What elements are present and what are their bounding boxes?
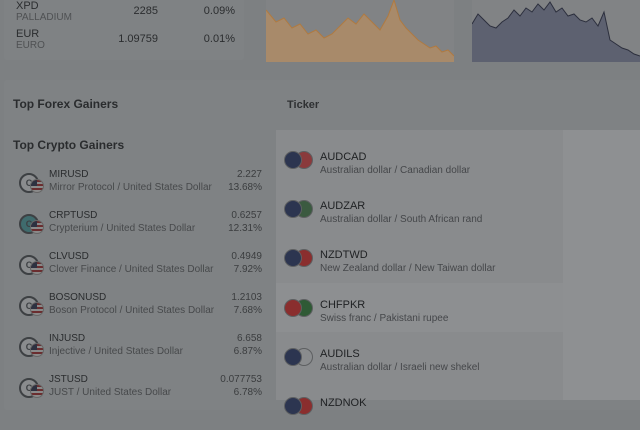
- us-flag-icon: [30, 343, 44, 357]
- crypto-name: Injective / United States Dollar: [49, 346, 183, 357]
- crypto-symbol: MIRUSD: [49, 169, 89, 180]
- ticker-name: Australian dollar / South African rand: [320, 214, 483, 225]
- crypto-price: 0.6257: [231, 210, 262, 221]
- base-currency-flag-icon: [284, 200, 302, 218]
- crypto-symbol: INJUSD: [49, 333, 86, 344]
- quote-value: 1.09759: [118, 33, 158, 45]
- crypto-change: 13.68%: [228, 182, 262, 193]
- currency-pair-flags: [284, 299, 313, 317]
- currency-pair-flags: [284, 348, 313, 366]
- mini-chart-orange[interactable]: [266, 0, 454, 62]
- ticker-symbol: CHFPKR: [320, 299, 366, 311]
- crypto-change: 7.68%: [233, 305, 262, 316]
- ticker-side-area: [563, 130, 640, 400]
- orange-chart-area: [266, 0, 454, 62]
- currency-pair-flags: [284, 200, 313, 218]
- crypto-symbol: BOSONUSD: [49, 292, 107, 303]
- quote-value: 2285: [133, 5, 158, 17]
- crypto-change: 7.92%: [233, 264, 262, 275]
- quote-symbol: EUR: [16, 28, 40, 40]
- quote-change: 0.01%: [203, 33, 235, 45]
- quotes-card: XPD PALLADIUM 2285 0.09% EUR EURO 1.0975…: [4, 0, 244, 60]
- ticker-symbol: AUDZAR: [320, 200, 366, 212]
- ticker-symbol: AUDCAD: [320, 151, 367, 163]
- ticker-row[interactable]: AUDCAD Australian dollar / Canadian doll…: [276, 135, 563, 184]
- crypto-price: 6.658: [236, 333, 262, 344]
- ticker-name: New Zealand dollar / New Taiwan dollar: [320, 263, 496, 274]
- base-currency-flag-icon: [284, 249, 302, 267]
- quote-row-eur[interactable]: EUR EURO 1.09759 0.01%: [4, 28, 244, 56]
- dark-chart-area: [472, 2, 640, 62]
- mini-chart-dark-svg: [472, 1, 640, 62]
- ticker-symbol: NZDNOK: [320, 397, 367, 409]
- mini-chart-dark[interactable]: [472, 0, 640, 62]
- quote-name: EURO: [16, 40, 45, 51]
- crypto-change: 6.78%: [233, 387, 262, 398]
- quote-row-xpd[interactable]: XPD PALLADIUM 2285 0.09%: [4, 0, 244, 28]
- base-currency-flag-icon: [284, 348, 302, 366]
- currency-pair-flags: [284, 151, 313, 169]
- ticker-row[interactable]: NZDNOK: [276, 381, 563, 430]
- ticker-title: Ticker: [287, 99, 320, 111]
- crypto-row[interactable]: C BOSONUSD Boson Protocol / United State…: [12, 291, 266, 329]
- quote-change: 0.09%: [203, 5, 235, 17]
- crypto-price: 2.227: [236, 169, 262, 180]
- ticker-row[interactable]: CHFPKR Swiss franc / Pakistani rupee: [276, 283, 563, 332]
- us-flag-icon: [30, 261, 44, 275]
- ticker-symbol: AUDILS: [320, 348, 360, 360]
- us-flag-icon: [30, 302, 44, 316]
- crypto-row[interactable]: C CRPTUSD Crypterium / United States Dol…: [12, 209, 266, 247]
- crypto-row[interactable]: C MIRUSD Mirror Protocol / United States…: [12, 168, 266, 206]
- currency-pair-flags: [284, 249, 313, 267]
- crypto-name: Crypterium / United States Dollar: [49, 223, 196, 234]
- base-currency-flag-icon: [284, 151, 302, 169]
- top-forex-gainers-title: Top Forex Gainers: [13, 97, 119, 111]
- top-crypto-gainers-title: Top Crypto Gainers: [13, 138, 125, 152]
- ticker-name: Swiss franc / Pakistani rupee: [320, 313, 449, 324]
- crypto-symbol: CRPTUSD: [49, 210, 98, 221]
- crypto-change: 12.31%: [228, 223, 262, 234]
- us-flag-icon: [30, 384, 44, 398]
- mini-chart-orange-svg: [266, 0, 454, 62]
- crypto-row[interactable]: C CLVUSD Clover Finance / United States …: [12, 250, 266, 288]
- ticker-row[interactable]: NZDTWD New Zealand dollar / New Taiwan d…: [276, 233, 563, 282]
- crypto-row[interactable]: C JSTUSD JUST / United States Dollar 0.0…: [12, 373, 266, 411]
- crypto-price: 1.2103: [231, 292, 262, 303]
- ticker-row[interactable]: AUDILS Australian dollar / Israeli new s…: [276, 332, 563, 381]
- quote-name: PALLADIUM: [16, 12, 72, 23]
- ticker-list: AUDCAD Australian dollar / Canadian doll…: [276, 130, 640, 415]
- us-flag-icon: [30, 220, 44, 234]
- crypto-change: 6.87%: [233, 346, 262, 357]
- ticker-name: Australian dollar / Israeli new shekel: [320, 362, 480, 373]
- crypto-price: 0.077753: [220, 374, 262, 385]
- ticker-symbol: NZDTWD: [320, 249, 368, 261]
- us-flag-icon: [30, 179, 44, 193]
- crypto-row[interactable]: C INJUSD Injective / United States Dolla…: [12, 332, 266, 370]
- base-currency-flag-icon: [284, 299, 302, 317]
- crypto-symbol: JSTUSD: [49, 374, 88, 385]
- crypto-name: Mirror Protocol / United States Dollar: [49, 182, 212, 193]
- crypto-symbol: CLVUSD: [49, 251, 89, 262]
- crypto-price: 0.4949: [231, 251, 262, 262]
- ticker-row[interactable]: AUDZAR Australian dollar / South African…: [276, 184, 563, 233]
- crypto-name: Boson Protocol / United States Dollar: [49, 305, 215, 316]
- ticker-name: Australian dollar / Canadian dollar: [320, 165, 471, 176]
- crypto-name: JUST / United States Dollar: [49, 387, 172, 398]
- crypto-name: Clover Finance / United States Dollar: [49, 264, 214, 275]
- quote-symbol: XPD: [16, 0, 39, 12]
